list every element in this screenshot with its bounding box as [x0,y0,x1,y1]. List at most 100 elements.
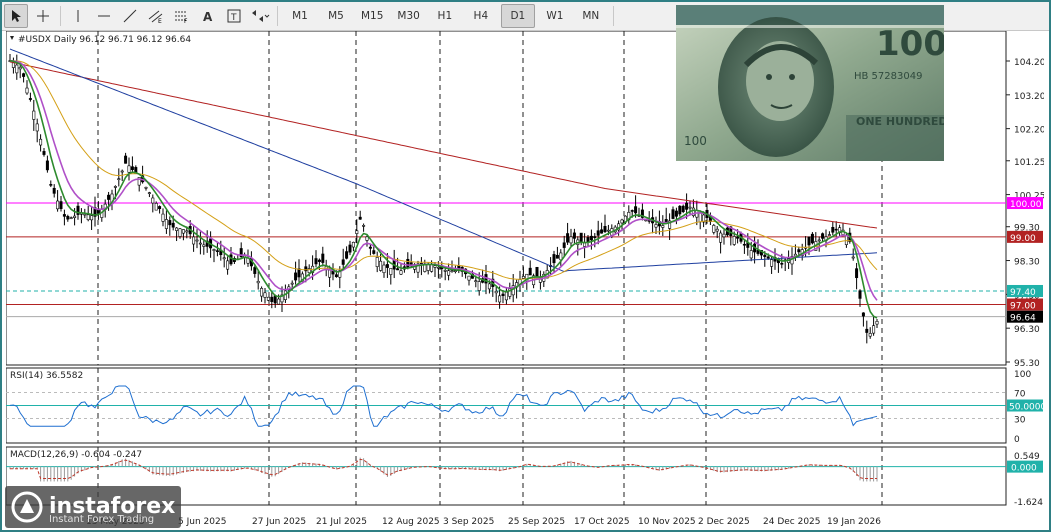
vertical-line-tool-button[interactable] [67,5,89,27]
crosshair-tool-button[interactable] [32,5,54,27]
candle-body [348,244,352,253]
candle-body [270,296,274,302]
candle-body [229,254,233,265]
candle-body [18,66,22,70]
candle-body [62,214,66,217]
candle-body [260,288,264,297]
candle-body [552,254,556,264]
candle-body [831,227,835,233]
fibonacci-tool-button[interactable]: F [171,5,193,27]
candle-body [107,194,111,200]
text-label-icon: T [227,9,241,23]
candle-body [827,234,831,236]
candle-body [583,242,587,247]
candle-body [661,225,665,228]
candle-body [226,260,230,270]
timeframe-mn-button[interactable]: MN [575,5,607,27]
candle-body [195,239,199,242]
candle-body [569,236,573,244]
candle-body [297,268,301,278]
candle-body [535,266,539,277]
timeframe-m15-button[interactable]: M15 [356,5,388,27]
candle-body [181,229,185,234]
candle-body [341,259,345,265]
candle-body [379,260,383,271]
candle-body [290,282,294,285]
y-tick-label: 98.30 [1014,258,1040,268]
timeframe-d1-button[interactable]: D1 [500,4,535,28]
text-tool-button[interactable]: A [197,5,219,27]
candle-body [396,268,400,271]
candle-body [351,241,355,248]
candle-body [117,178,121,180]
horizontal-line-icon [98,15,110,17]
equidistant-channel-button[interactable]: E [145,5,167,27]
timeframe-m1-button[interactable]: M1 [284,5,316,27]
candle-body [603,226,607,232]
rsi-header: RSI(14) 36.5582 [10,371,83,381]
candle-body [39,138,43,146]
timeframe-m30-button[interactable]: M30 [392,5,424,27]
vertical-line-icon [77,10,79,22]
candle-body [433,265,437,268]
rsi-tick-label: 30 [1014,416,1026,426]
brand-tagline: Instant Forex Trading [49,514,155,525]
text-label-tool-button[interactable]: T [223,5,245,27]
candle-body [317,259,321,262]
timeframe-h1-button[interactable]: H1 [429,5,461,27]
candle-body [606,229,610,232]
candle-body [715,228,719,232]
timeframe-group: M1 M5 M15 M30 H1 H4 D1 W1 MN [282,4,618,28]
x-axis-label: 25 Sep 2025 [508,517,565,527]
candle-body [681,205,685,213]
timeframe-h4-button[interactable]: H4 [465,5,497,27]
candle-body [304,266,308,272]
candle-body [161,213,165,222]
candle-body [120,170,124,173]
candle-body [872,325,876,334]
svg-text:F: F [184,18,188,23]
y-tick-label: 96.30 [1014,325,1040,335]
candle-body [56,200,60,210]
horizontal-line-tool-button[interactable] [93,5,115,27]
candle-body [589,235,593,241]
candle-body [42,151,46,155]
candle-body [436,266,440,269]
candle-body [147,192,151,194]
arrows-tool-button[interactable] [249,5,271,27]
candle-body [83,213,87,216]
candle-body [688,206,692,209]
y-tick-label: 104.20 [1014,58,1044,68]
candle-body [566,233,570,243]
trendline-tool-button[interactable] [119,5,141,27]
candle-body [487,283,491,290]
candle-body [375,257,379,267]
timeframe-w1-button[interactable]: W1 [539,5,571,27]
candle-body [328,269,332,278]
cursor-tool-button[interactable] [4,4,28,28]
candle-body [385,264,389,268]
candle-body [90,215,94,221]
cursor-icon [12,10,21,22]
level-label-l97: 97.00 [1010,302,1036,312]
level-label-price: 96.64 [1010,314,1036,324]
candle-body [634,206,638,214]
candle-body [185,230,189,233]
candle-body [719,232,723,243]
candle-body [868,333,872,337]
candle-body [382,264,386,274]
candle-body [178,228,182,237]
svg-text:100: 100 [684,134,707,148]
x-axis-label: 21 Jul 2025 [316,517,367,527]
candle-body [732,236,736,245]
timeframe-m5-button[interactable]: M5 [320,5,352,27]
candle-body [865,328,869,333]
rsi-level-label: 50.0000 [1009,403,1044,413]
candle-body [654,224,658,228]
channel-icon: E [148,10,163,23]
candle-body [528,267,532,276]
candle-body [671,209,675,219]
macd-tick-label: -1.624 [1014,498,1043,508]
candle-body [154,203,158,211]
rsi-tick-label: 0 [1014,435,1020,445]
